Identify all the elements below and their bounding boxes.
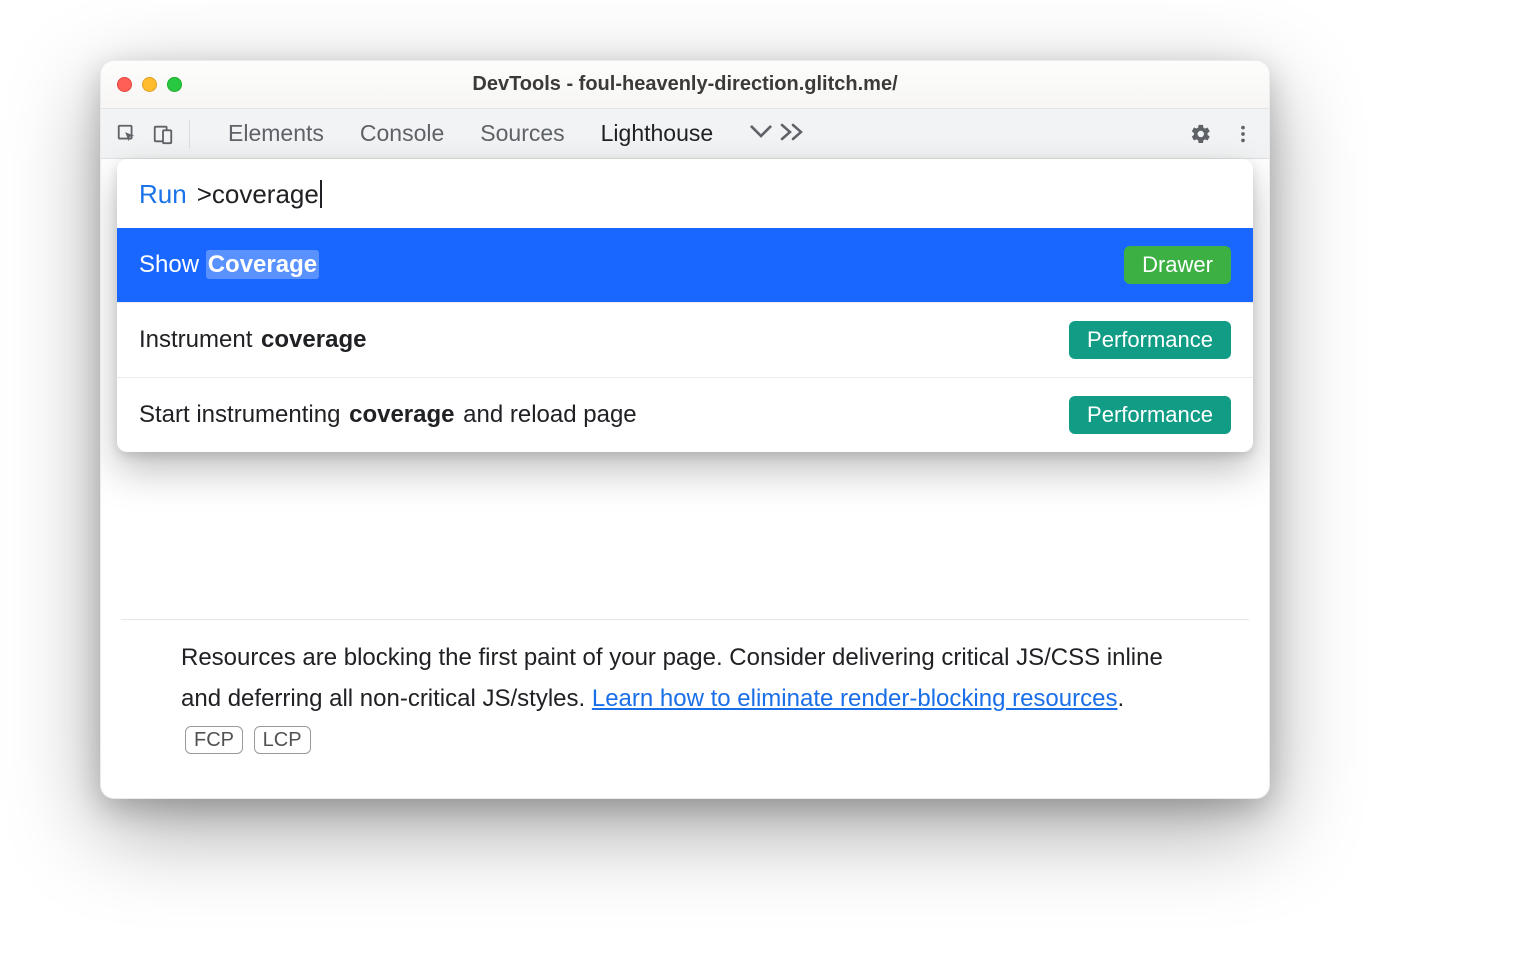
palette-item-label: Instrument coverage <box>139 326 368 354</box>
metric-chip-lcp: LCP <box>254 726 311 754</box>
toolbar: Elements Console Sources Lighthouse <box>101 109 1269 159</box>
toolbar-right <box>1177 116 1261 152</box>
devtools-window: DevTools - foul-heavenly-direction.glitc… <box>100 60 1270 799</box>
palette-item-label: Show Coverage <box>139 251 319 279</box>
metric-chip-fcp: FCP <box>185 726 243 754</box>
more-tabs-icon[interactable] <box>749 122 773 145</box>
audit-description: Resources are blocking the first paint o… <box>101 638 1269 798</box>
palette-query: >coverage <box>197 179 322 210</box>
palette-badge: Performance <box>1069 396 1231 434</box>
tabs: Elements Console Sources Lighthouse <box>228 120 1177 147</box>
tab-elements[interactable]: Elements <box>228 120 324 147</box>
settings-gear-icon[interactable] <box>1183 116 1219 152</box>
palette-badge: Drawer <box>1124 246 1231 284</box>
maximize-window-button[interactable] <box>167 77 182 92</box>
minimize-window-button[interactable] <box>142 77 157 92</box>
window-title: DevTools - foul-heavenly-direction.glitc… <box>101 73 1269 96</box>
device-toolbar-icon[interactable] <box>145 116 181 152</box>
text-caret <box>320 180 322 208</box>
learn-more-link[interactable]: Learn how to eliminate render-blocking r… <box>592 685 1118 712</box>
palette-item-start-instrumenting[interactable]: Start instrumenting coverage and reload … <box>117 377 1253 452</box>
traffic-lights <box>117 77 182 92</box>
inspect-element-icon[interactable] <box>109 116 145 152</box>
command-palette-input-row[interactable]: Run >coverage <box>117 159 1253 228</box>
titlebar: DevTools - foul-heavenly-direction.glitc… <box>101 61 1269 109</box>
tab-lighthouse[interactable]: Lighthouse <box>601 120 714 147</box>
close-window-button[interactable] <box>117 77 132 92</box>
palette-badge: Performance <box>1069 321 1231 359</box>
palette-results: Show Coverage Drawer Instrument coverage… <box>117 228 1253 452</box>
kebab-menu-icon[interactable] <box>1225 116 1261 152</box>
chevrons-right-icon[interactable] <box>779 120 807 147</box>
description-suffix: . <box>1117 685 1124 712</box>
palette-item-instrument-coverage[interactable]: Instrument coverage Performance <box>117 302 1253 377</box>
section-divider <box>121 619 1249 620</box>
palette-item-show-coverage[interactable]: Show Coverage Drawer <box>117 228 1253 302</box>
palette-prompt: Run <box>139 179 187 210</box>
tab-console[interactable]: Console <box>360 120 444 147</box>
palette-query-text: >coverage <box>197 179 319 209</box>
tab-sources[interactable]: Sources <box>480 120 564 147</box>
command-palette: Run >coverage Show Coverage Drawer Instr… <box>117 159 1253 452</box>
toolbar-divider <box>189 120 190 148</box>
palette-item-label: Start instrumenting coverage and reload … <box>139 401 637 429</box>
